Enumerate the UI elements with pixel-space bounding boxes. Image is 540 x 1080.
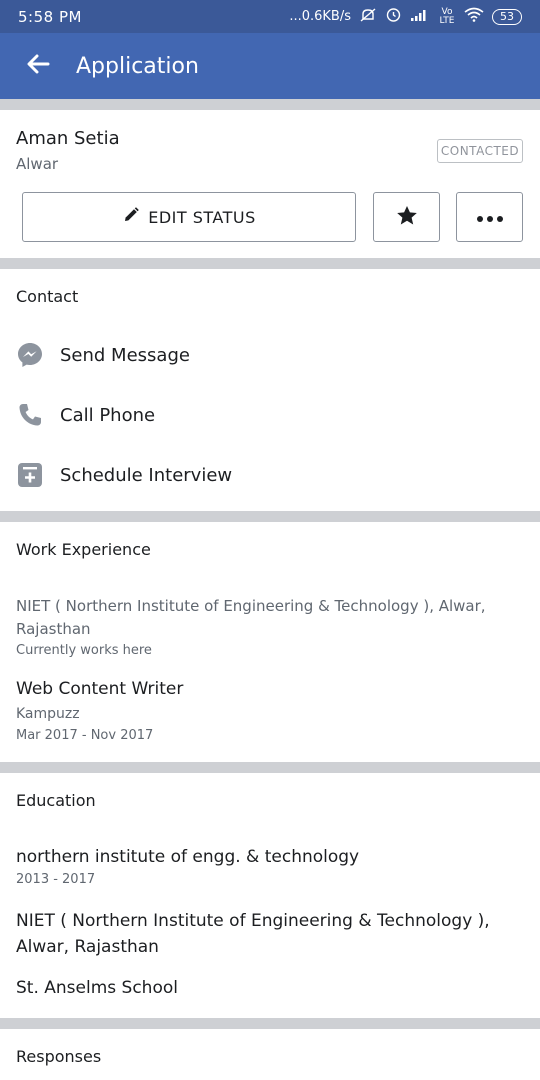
section-divider — [0, 511, 540, 522]
app-bar: Application — [0, 33, 540, 99]
contact-section-title: Contact — [16, 287, 79, 306]
applicant-location: Alwar — [16, 155, 59, 173]
status-bar: 5:58 PM ...0.6KB/s Vo LTE 53 — [0, 0, 540, 33]
page-title: Application — [76, 53, 199, 79]
mute-icon — [359, 7, 377, 27]
section-divider — [0, 258, 540, 269]
education-title: Education — [16, 791, 96, 810]
education-school: northern institute of engg. & technology — [16, 847, 360, 867]
responses-title: Responses — [16, 1047, 102, 1066]
back-button[interactable] — [0, 33, 76, 99]
schedule-interview-label: Schedule Interview — [60, 464, 233, 486]
status-icons: ...0.6KB/s Vo LTE 53 — [289, 6, 522, 27]
job-company: Kampuzz — [16, 706, 80, 722]
phone-icon — [0, 401, 60, 429]
pencil-icon — [122, 206, 140, 228]
wifi-icon — [464, 7, 484, 26]
call-phone-row[interactable]: Call Phone — [0, 393, 540, 437]
call-phone-label: Call Phone — [60, 404, 156, 426]
education-school: NIET ( Northern Institute of Engineering… — [16, 911, 490, 957]
network-speed: ...0.6KB/s — [289, 9, 351, 24]
education-dates: 2013 - 2017 — [16, 872, 96, 887]
signal-icon — [410, 8, 430, 26]
status-time: 5:58 PM — [18, 7, 82, 26]
more-icon — [475, 208, 505, 227]
alarm-icon — [385, 6, 402, 27]
work-org: NIET ( Northern Institute of Engineering… — [16, 597, 486, 638]
work-org-status: Currently works here — [16, 643, 152, 658]
schedule-interview-row[interactable]: Schedule Interview — [0, 453, 540, 497]
status-badge: CONTACTED — [437, 139, 523, 163]
send-message-label: Send Message — [60, 344, 190, 366]
section-divider — [0, 1018, 540, 1029]
network-type: Vo LTE — [439, 6, 455, 26]
applicant-name: Aman Setia — [16, 128, 120, 149]
calendar-plus-icon — [0, 461, 60, 489]
messenger-icon — [0, 341, 60, 369]
edit-status-button[interactable]: EDIT STATUS — [22, 192, 356, 242]
send-message-row[interactable]: Send Message — [0, 333, 540, 377]
arrow-left-icon — [26, 54, 50, 78]
work-experience-title: Work Experience — [16, 540, 151, 559]
star-icon — [396, 205, 418, 230]
job-dates: Mar 2017 - Nov 2017 — [16, 728, 154, 743]
more-button[interactable] — [456, 192, 523, 242]
section-divider — [0, 762, 540, 773]
star-button[interactable] — [373, 192, 440, 242]
section-divider — [0, 99, 540, 110]
edit-status-label: EDIT STATUS — [148, 207, 256, 227]
education-school: St. Anselms School — [16, 978, 178, 998]
battery-icon: 53 — [492, 8, 522, 25]
job-title: Web Content Writer — [16, 679, 184, 699]
